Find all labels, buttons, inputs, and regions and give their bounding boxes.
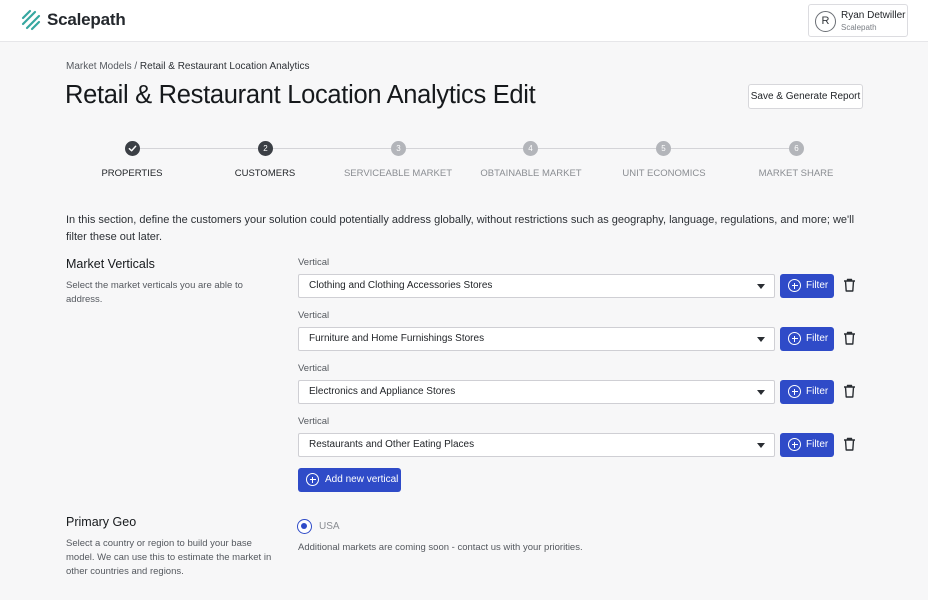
chevron-down-icon (757, 284, 765, 289)
step-label: UNIT ECONOMICS (622, 168, 706, 179)
trash-icon[interactable] (843, 278, 856, 292)
plus-circle-icon (306, 473, 319, 486)
filter-button-label: Filter (806, 333, 829, 344)
save-generate-report-button[interactable]: Save & Generate Report (748, 84, 863, 109)
breadcrumb-separator: / (131, 61, 140, 72)
chevron-down-icon (757, 390, 765, 395)
chevron-down-icon (757, 337, 765, 342)
step-connector (140, 148, 258, 149)
filter-button[interactable]: Filter (780, 433, 834, 457)
trash-icon[interactable] (843, 384, 856, 398)
vertical-select[interactable]: Restaurants and Other Eating Places (298, 433, 775, 457)
radio-selected-dot (301, 523, 307, 529)
primary-geo-description: Select a country or region to build your… (66, 538, 272, 577)
filter-button-label: Filter (806, 386, 829, 397)
chevron-down-icon (757, 443, 765, 448)
step-connector (273, 148, 391, 149)
filter-button[interactable]: Filter (780, 274, 834, 298)
avatar: R (815, 11, 836, 32)
step-connector (538, 148, 656, 149)
step-connector (671, 148, 789, 149)
breadcrumb-parent-link[interactable]: Market Models (66, 61, 132, 72)
step-1-properties[interactable] (125, 141, 140, 156)
filter-button[interactable]: Filter (780, 327, 834, 351)
vertical-label: Vertical (298, 310, 330, 321)
primary-geo-title: Primary Geo (66, 515, 137, 529)
trash-icon[interactable] (843, 437, 856, 451)
geo-note: Additional markets are coming soon - con… (298, 542, 583, 553)
geo-option-label: USA (319, 521, 340, 532)
user-organization: Scalepath (841, 23, 877, 32)
filter-button-label: Filter (806, 280, 829, 291)
page-title: Retail & Restaurant Location Analytics E… (65, 81, 536, 109)
section-intro: In this section, define the customers yo… (66, 214, 855, 243)
plus-circle-icon (788, 385, 801, 398)
logo-text: Scalepath (47, 10, 126, 29)
step-4-obtainable-market[interactable]: 4 (523, 141, 538, 156)
trash-icon[interactable] (843, 331, 856, 345)
vertical-select[interactable]: Electronics and Appliance Stores (298, 380, 775, 404)
filter-button-label: Filter (806, 439, 829, 450)
add-vertical-button[interactable]: Add new vertical (298, 468, 401, 492)
scalepath-logo-icon (21, 9, 41, 31)
step-3-serviceable-market[interactable]: 3 (391, 141, 406, 156)
top-bar: Scalepath R Ryan Detwiller Scalepath (0, 0, 928, 42)
plus-circle-icon (788, 438, 801, 451)
user-name: Ryan Detwiller (841, 10, 906, 21)
check-icon (128, 145, 137, 152)
breadcrumb: Market Models / Retail & Restaurant Loca… (66, 61, 309, 72)
geo-radio-usa[interactable] (297, 519, 312, 534)
user-menu[interactable]: R Ryan Detwiller Scalepath (808, 4, 908, 37)
plus-circle-icon (788, 279, 801, 292)
step-label: SERVICEABLE MARKET (343, 168, 453, 179)
add-vertical-label: Add new vertical (325, 474, 399, 485)
step-5-unit-economics[interactable]: 5 (656, 141, 671, 156)
logo[interactable]: Scalepath (20, 9, 126, 31)
filter-button[interactable]: Filter (780, 380, 834, 404)
plus-circle-icon (788, 332, 801, 345)
vertical-select[interactable]: Clothing and Clothing Accessories Stores (298, 274, 775, 298)
step-label: PROPERTIES (101, 168, 163, 179)
vertical-label: Vertical (298, 363, 330, 374)
breadcrumb-current: Retail & Restaurant Location Analytics (139, 61, 310, 72)
vertical-select[interactable]: Furniture and Home Furnishings Stores (298, 327, 775, 351)
step-6-market-share[interactable]: 6 (789, 141, 804, 156)
step-label: CUSTOMERS (234, 168, 296, 179)
step-label: MARKET SHARE (758, 168, 834, 179)
step-2-customers[interactable]: 2 (258, 141, 273, 156)
vertical-select-value: Clothing and Clothing Accessories Stores (309, 280, 493, 291)
step-connector (406, 148, 523, 149)
step-label: OBTAINABLE MARKET (480, 168, 582, 179)
vertical-select-value: Furniture and Home Furnishings Stores (309, 333, 485, 344)
market-verticals-description: Select the market verticals you are able… (66, 280, 243, 305)
vertical-select-value: Restaurants and Other Eating Places (309, 439, 475, 450)
vertical-label: Vertical (298, 257, 330, 268)
vertical-select-value: Electronics and Appliance Stores (309, 386, 456, 397)
vertical-label: Vertical (298, 416, 330, 427)
market-verticals-title: Market Verticals (66, 257, 155, 271)
